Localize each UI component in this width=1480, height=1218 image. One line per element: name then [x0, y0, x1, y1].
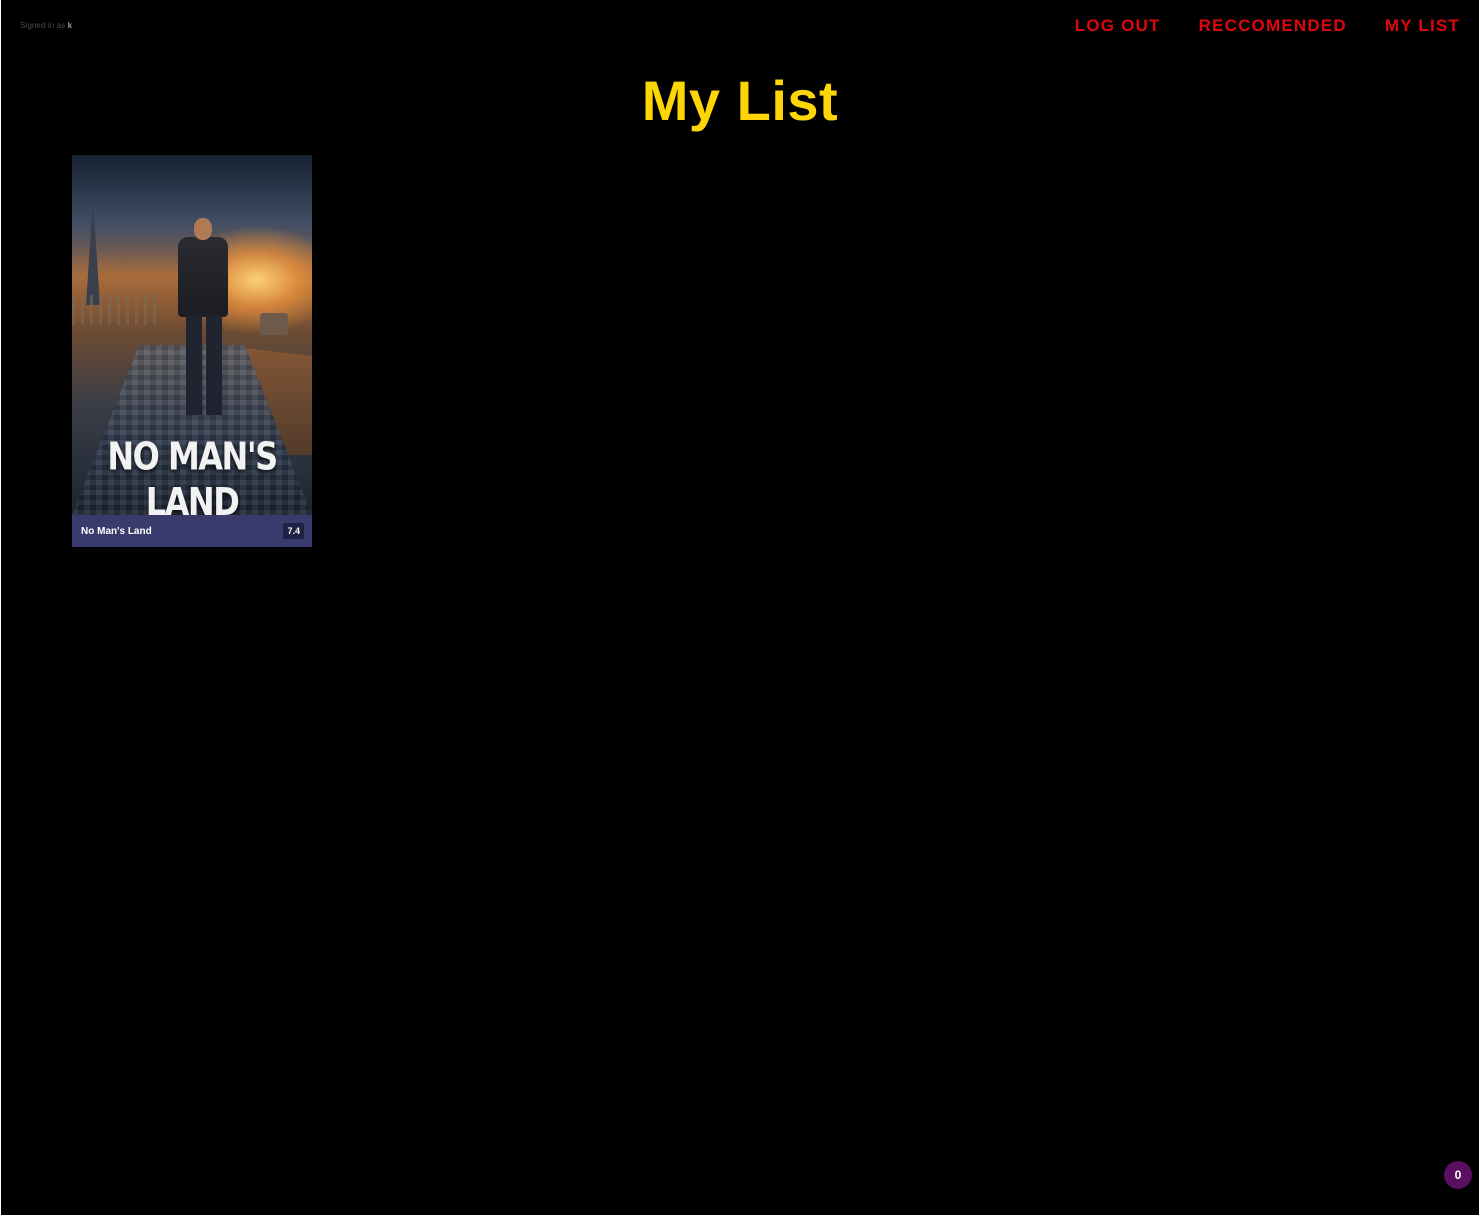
movie-card[interactable]: NO MAN'S LAND No Man's Land 7.4	[72, 155, 312, 547]
poster-railing	[72, 295, 162, 325]
recommended-link[interactable]: RECCOMENDED	[1199, 16, 1347, 36]
signed-in-status: Signed in as k	[20, 21, 72, 30]
movie-title: No Man's Land	[81, 525, 152, 537]
logout-link[interactable]: LOG OUT	[1075, 16, 1161, 36]
movie-rating-badge: 7.4	[283, 523, 304, 539]
top-nav: LOG OUT RECCOMENDED MY LIST	[1075, 16, 1460, 36]
poster-vehicle	[260, 313, 288, 335]
poster-figure-legs	[186, 315, 222, 415]
app-window: Signed in as k LOG OUT RECCOMENDED MY LI…	[1, 0, 1479, 1215]
username: k	[67, 21, 73, 30]
page-title: My List	[641, 69, 839, 132]
signed-in-prefix: Signed in as	[20, 21, 66, 30]
movie-poster[interactable]: NO MAN'S LAND	[72, 155, 312, 515]
poster-figure-body	[178, 237, 228, 317]
movie-card-footer: No Man's Land 7.4	[72, 515, 312, 547]
notification-count-badge[interactable]: 0	[1444, 1161, 1472, 1189]
poster-title-text: NO MAN'S LAND	[107, 433, 278, 515]
poster-figure-head	[194, 218, 212, 240]
my-list-link[interactable]: MY LIST	[1385, 16, 1460, 36]
